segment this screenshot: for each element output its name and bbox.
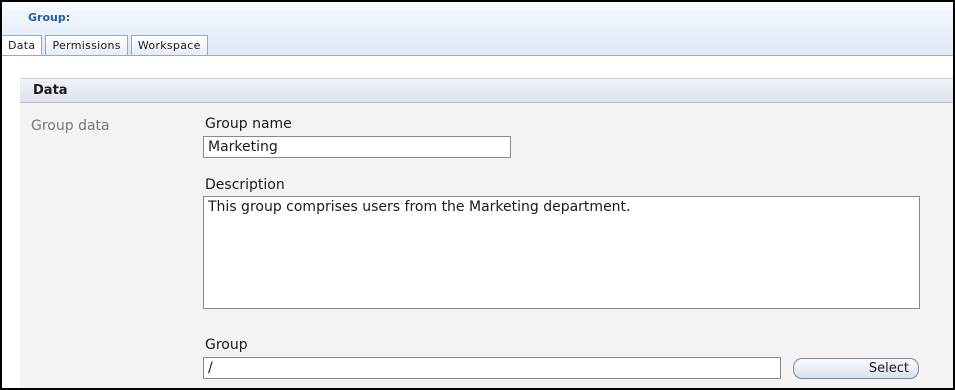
group-name-input[interactable] [203, 136, 511, 158]
page-title: Group: [28, 11, 71, 24]
panel-header: Data [20, 78, 953, 103]
tab-data[interactable]: Data [2, 35, 43, 56]
select-button[interactable]: Select [793, 358, 919, 379]
description-label: Description [205, 177, 285, 193]
group-name-label: Group name [205, 116, 292, 132]
tab-permissions[interactable]: Permissions [45, 35, 128, 55]
tab-divider [2, 55, 953, 56]
header-bar: Group: Data Permissions Workspace [2, 2, 953, 56]
section-label-group-data: Group data [31, 118, 110, 134]
group-label: Group [205, 337, 248, 353]
group-path-input[interactable] [203, 357, 781, 379]
tab-bar: Data Permissions Workspace [2, 34, 211, 56]
tab-workspace[interactable]: Workspace [130, 35, 208, 55]
group-editor-window: Group: Data Permissions Workspace Data G… [0, 0, 955, 390]
panel-title: Data [33, 83, 68, 98]
description-textarea[interactable]: This group comprises users from the Mark… [203, 196, 920, 309]
